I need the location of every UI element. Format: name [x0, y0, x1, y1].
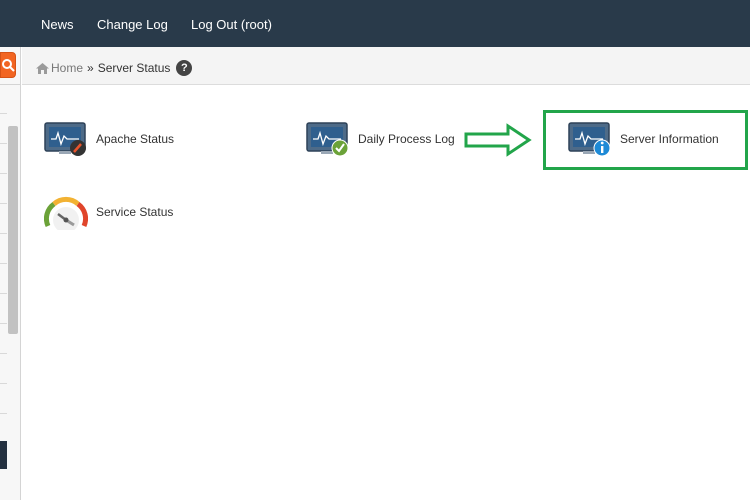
search-icon: [2, 59, 15, 72]
apache-status-tile[interactable]: Apache Status: [44, 121, 174, 157]
server-information-label[interactable]: Server Information: [620, 132, 719, 146]
help-icon[interactable]: ?: [176, 60, 193, 76]
nav-logout-link[interactable]: Log Out (root): [191, 17, 272, 32]
breadcrumb-current: Server Status: [97, 61, 171, 75]
monitor-gauge-icon: [44, 122, 86, 156]
monitor-info-icon: [568, 122, 611, 157]
top-navbar: News Change Log Log Out (root): [0, 0, 750, 47]
breadcrumb: Home » Server Status ?: [36, 60, 193, 76]
daily-process-log-label[interactable]: Daily Process Log: [358, 132, 455, 146]
sidebar-selected-item[interactable]: [0, 441, 7, 469]
server-information-tile[interactable]: Server Information: [568, 121, 719, 157]
breadcrumb-separator: »: [87, 61, 94, 75]
arrow-right-icon: [464, 123, 532, 157]
service-status-tile[interactable]: Service Status: [44, 194, 173, 230]
monitor-check-icon: [306, 122, 349, 157]
search-button[interactable]: [0, 52, 16, 78]
sidebar-scrollbar[interactable]: [8, 126, 18, 334]
service-status-label[interactable]: Service Status: [96, 205, 173, 219]
daily-process-log-tile[interactable]: Daily Process Log: [306, 121, 455, 157]
speedometer-icon: [44, 196, 88, 230]
breadcrumb-home-link[interactable]: Home: [36, 61, 83, 75]
nav-news-link[interactable]: News: [41, 17, 74, 32]
nav-change-log-link[interactable]: Change Log: [97, 17, 168, 32]
breadcrumb-bar: Home » Server Status ?: [22, 47, 750, 85]
apache-status-label[interactable]: Apache Status: [96, 132, 174, 146]
breadcrumb-home-label: Home: [51, 61, 84, 75]
home-icon: [36, 62, 49, 74]
